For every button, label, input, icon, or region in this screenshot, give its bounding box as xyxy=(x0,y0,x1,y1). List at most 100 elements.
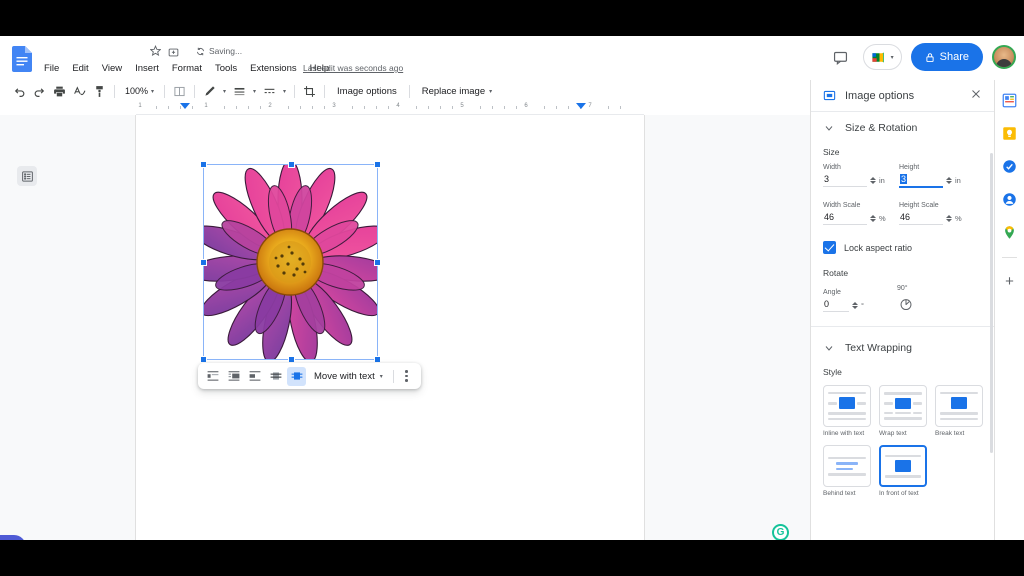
user-avatar[interactable] xyxy=(992,45,1016,69)
left-indent-marker[interactable] xyxy=(180,103,190,109)
wrap-option-behind-text[interactable] xyxy=(266,367,285,386)
lock-aspect-ratio-checkbox[interactable]: Lock aspect ratio xyxy=(811,241,995,254)
menu-item-tools[interactable]: Tools xyxy=(213,62,239,75)
resize-handle-top-right[interactable] xyxy=(374,161,381,168)
replace-image-button[interactable]: Replace image ▾ xyxy=(415,82,499,101)
height-scale-stepper[interactable] xyxy=(946,214,952,222)
resize-handle-bottom-left[interactable] xyxy=(200,356,207,363)
chevron-down-icon[interactable]: ▾ xyxy=(220,82,229,101)
wrap-option-inline-with-text[interactable] xyxy=(203,367,222,386)
style-label: Style xyxy=(823,367,842,377)
last-edit-link[interactable]: Last edit was seconds ago xyxy=(303,63,403,73)
resize-handle-middle-left[interactable] xyxy=(200,259,207,266)
ruler-number: 3 xyxy=(332,103,336,109)
zoom-level-control[interactable]: 100% ▾ xyxy=(120,82,159,101)
resize-handle-bottom-right[interactable] xyxy=(374,356,381,363)
menu-item-extensions[interactable]: Extensions xyxy=(248,62,298,75)
menu-item-file[interactable]: File xyxy=(42,62,61,75)
border-weight-icon[interactable] xyxy=(230,82,249,101)
comment-history-icon[interactable] xyxy=(828,44,854,70)
style-option-wrap-text[interactable]: Wrap text xyxy=(879,385,927,437)
wrap-option-in-front-of-text[interactable] xyxy=(287,366,306,386)
resize-handle-bottom-center[interactable] xyxy=(287,356,295,363)
spellcheck-icon[interactable] xyxy=(70,82,89,101)
selected-image-wrapper[interactable] xyxy=(200,161,381,363)
style-option-break-text[interactable]: Break text xyxy=(935,385,983,437)
chevron-down-icon xyxy=(825,126,833,131)
height-scale-input[interactable]: 46 xyxy=(899,211,943,225)
document-outline-icon[interactable] xyxy=(17,166,37,186)
style-option-label: Wrap text xyxy=(879,430,907,437)
ruler-number: 1 xyxy=(138,103,142,109)
panel-scrollbar[interactable] xyxy=(990,153,993,453)
toolbar-divider xyxy=(324,84,326,98)
meet-button[interactable]: ▾ xyxy=(862,44,902,70)
height-input[interactable]: 3 xyxy=(899,173,943,188)
wrap-option-wrap-text[interactable] xyxy=(224,367,243,386)
menu-item-view[interactable]: View xyxy=(100,62,124,75)
selection-outline xyxy=(203,164,378,360)
width-input[interactable]: 3 xyxy=(823,173,867,187)
resize-handle-top-center[interactable] xyxy=(287,161,295,168)
resize-handle-middle-right[interactable] xyxy=(374,259,381,266)
image-position-dropdown[interactable]: Move with text ▾ xyxy=(308,366,389,386)
style-option-in-front-of-text[interactable]: In front of text xyxy=(879,445,927,497)
image-options-button[interactable]: Image options xyxy=(330,82,404,101)
chevron-down-icon[interactable]: ▾ xyxy=(280,82,289,101)
angle-input[interactable]: 0 xyxy=(823,298,849,312)
app-header: Untitled document Saving... File Edit Vi… xyxy=(0,36,1024,96)
chevron-down-icon: ▾ xyxy=(890,54,894,61)
document-page[interactable]: Move with text ▾ xyxy=(136,115,644,540)
saving-status: Saving... xyxy=(196,46,242,56)
width-stepper[interactable] xyxy=(870,176,876,184)
rotate-90-icon[interactable] xyxy=(897,295,914,312)
rotate-90-label: 90° xyxy=(897,285,908,292)
wrap-option-break-text[interactable] xyxy=(245,367,264,386)
maps-icon[interactable] xyxy=(1001,224,1018,241)
resize-handle-top-left[interactable] xyxy=(200,161,207,168)
add-app-icon[interactable]: + xyxy=(1005,274,1014,289)
crop-icon[interactable] xyxy=(300,82,319,101)
move-to-drive-icon[interactable] xyxy=(168,45,179,63)
section-text-wrapping[interactable]: Text Wrapping xyxy=(811,333,995,363)
style-option-inline-with-text[interactable]: Inline with text xyxy=(823,385,871,437)
width-field-group: Width 3 in xyxy=(823,164,893,188)
more-options-icon[interactable] xyxy=(398,366,416,386)
horizontal-ruler[interactable]: 1 1 2 3 4 5 6 7 xyxy=(136,102,644,115)
section-size-rotation[interactable]: Size & Rotation xyxy=(811,113,995,143)
redo-icon[interactable] xyxy=(30,82,49,101)
share-button[interactable]: Share xyxy=(910,43,983,71)
chevron-down-icon: ▾ xyxy=(379,373,383,380)
keep-icon[interactable] xyxy=(1001,125,1018,142)
paint-format-icon[interactable] xyxy=(90,82,109,101)
print-icon[interactable] xyxy=(50,82,69,101)
ruler-number: 7 xyxy=(588,103,592,109)
docs-logo-icon xyxy=(12,46,32,72)
border-color-icon[interactable] xyxy=(200,82,219,101)
menu-item-edit[interactable]: Edit xyxy=(70,62,90,75)
zoom-level-value: 100% xyxy=(125,86,149,96)
saving-text: Saving... xyxy=(209,46,243,56)
calendar-icon[interactable] xyxy=(1001,92,1018,109)
star-icon[interactable] xyxy=(149,44,162,59)
image-border-icon[interactable] xyxy=(170,82,189,101)
tasks-icon[interactable] xyxy=(1001,158,1018,175)
chevron-down-icon[interactable]: ▾ xyxy=(250,82,259,101)
scale-fields-row: Width Scale 46 % Height Scale 46 % xyxy=(811,202,995,225)
menu-item-format[interactable]: Format xyxy=(170,62,204,75)
lock-aspect-ratio-label: Lock aspect ratio xyxy=(844,242,913,253)
menu-item-insert[interactable]: Insert xyxy=(133,62,161,75)
close-icon[interactable] xyxy=(970,87,982,105)
grammarly-logo-icon[interactable]: G xyxy=(772,524,789,540)
ruler-number: 5 xyxy=(460,103,464,109)
contacts-icon[interactable] xyxy=(1001,191,1018,208)
width-scale-input[interactable]: 46 xyxy=(823,211,867,225)
angle-stepper[interactable] xyxy=(852,301,858,309)
sync-icon xyxy=(197,47,204,55)
undo-icon[interactable] xyxy=(10,82,29,101)
style-option-behind-text[interactable]: Behind text xyxy=(823,445,871,497)
height-stepper[interactable] xyxy=(946,177,952,184)
width-scale-stepper[interactable] xyxy=(870,214,876,222)
right-indent-marker[interactable] xyxy=(576,103,586,109)
border-dash-icon[interactable] xyxy=(260,82,279,101)
